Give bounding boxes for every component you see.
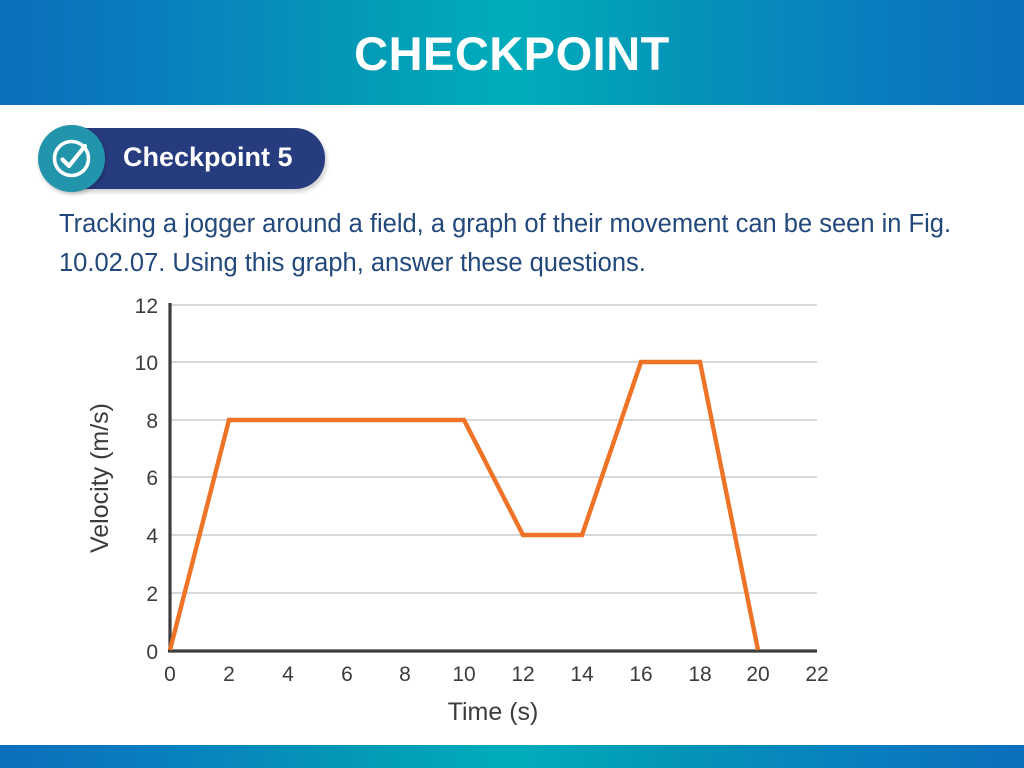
y-tick-12: 12 <box>135 295 158 318</box>
x-tick-12: 12 <box>511 663 534 686</box>
x-tick-2: 2 <box>223 663 235 686</box>
x-tick-8: 8 <box>399 663 411 686</box>
x-tick-6: 6 <box>341 663 353 686</box>
x-tick-14: 14 <box>570 663 594 686</box>
x-tick-22: 22 <box>805 663 828 686</box>
chart-background <box>80 288 840 728</box>
y-tick-0: 0 <box>146 641 158 664</box>
x-tick-20: 20 <box>746 663 769 686</box>
y-tick-10: 10 <box>135 352 158 375</box>
check-circle-icon <box>38 125 105 192</box>
x-tick-0: 0 <box>164 663 176 686</box>
y-tick-4: 4 <box>146 525 158 548</box>
question-prompt: Tracking a jogger around a field, a grap… <box>59 210 952 277</box>
y-tick-8: 8 <box>146 410 158 433</box>
velocity-time-chart: 0 2 4 6 8 10 12 0 2 4 6 8 10 12 14 16 18… <box>80 288 840 728</box>
y-tick-2: 2 <box>146 583 158 606</box>
x-tick-18: 18 <box>688 663 711 686</box>
chart-svg: 0 2 4 6 8 10 12 0 2 4 6 8 10 12 14 16 18… <box>80 288 840 728</box>
y-tick-6: 6 <box>146 467 158 490</box>
page-title: CHECKPOINT <box>354 27 670 80</box>
x-tick-10: 10 <box>452 663 475 686</box>
checkpoint-badge: Checkpoint 5 <box>38 125 325 192</box>
x-tick-16: 16 <box>629 663 652 686</box>
x-tick-4: 4 <box>282 663 294 686</box>
x-axis-title: Time (s) <box>448 698 539 726</box>
top-banner: CHECKPOINT <box>0 0 1024 105</box>
badge-label: Checkpoint 5 <box>123 142 293 172</box>
bottom-banner <box>0 745 1024 768</box>
y-axis-title: Velocity (m/s) <box>86 403 114 553</box>
